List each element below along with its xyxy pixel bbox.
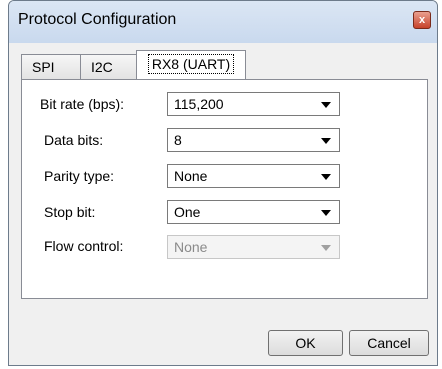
flow-control-value: None [174, 239, 208, 255]
flow-control-label: Flow control: [44, 238, 124, 254]
chevron-down-icon [321, 102, 331, 108]
stop-bit-select[interactable]: One [167, 200, 340, 224]
stop-bit-value: One [174, 204, 201, 220]
bit-rate-select[interactable]: 115,200 [167, 92, 340, 116]
chevron-down-icon [321, 138, 331, 144]
bit-rate-value: 115,200 [174, 96, 224, 112]
title-bar[interactable]: Protocol Configuration x [9, 1, 437, 43]
tab-rx8-uart-label: RX8 (UART) [147, 54, 235, 74]
tab-rx8-uart[interactable]: RX8 (UART) [136, 50, 246, 80]
tab-i2c[interactable]: I2C [80, 54, 137, 79]
ok-button[interactable]: OK [268, 330, 343, 356]
stop-bit-label: Stop bit: [44, 204, 96, 220]
close-icon[interactable]: x [413, 11, 431, 29]
data-bits-select[interactable]: 8 [167, 128, 340, 152]
flow-control-select: None [167, 235, 340, 259]
data-bits-label: Data bits: [44, 132, 104, 148]
chevron-down-icon [321, 174, 331, 180]
data-bits-value: 8 [174, 132, 182, 148]
uart-settings-panel: Bit rate (bps): 115,200 Data bits: 8 Par… [21, 79, 428, 299]
bit-rate-label: Bit rate (bps): [40, 96, 125, 112]
chevron-down-icon [321, 210, 331, 216]
cancel-button[interactable]: Cancel [349, 330, 429, 356]
dialog-title: Protocol Configuration [18, 11, 177, 28]
protocol-configuration-dialog: Protocol Configuration x SPI I2C RX8 (UA… [8, 0, 438, 366]
chevron-down-icon [321, 245, 331, 251]
tab-spi[interactable]: SPI [21, 54, 81, 79]
parity-type-label: Parity type: [44, 168, 115, 184]
dialog-body: SPI I2C RX8 (UART) Bit rate (bps): 115,2… [16, 43, 430, 365]
parity-type-value: None [174, 168, 208, 184]
parity-type-select[interactable]: None [167, 164, 340, 188]
